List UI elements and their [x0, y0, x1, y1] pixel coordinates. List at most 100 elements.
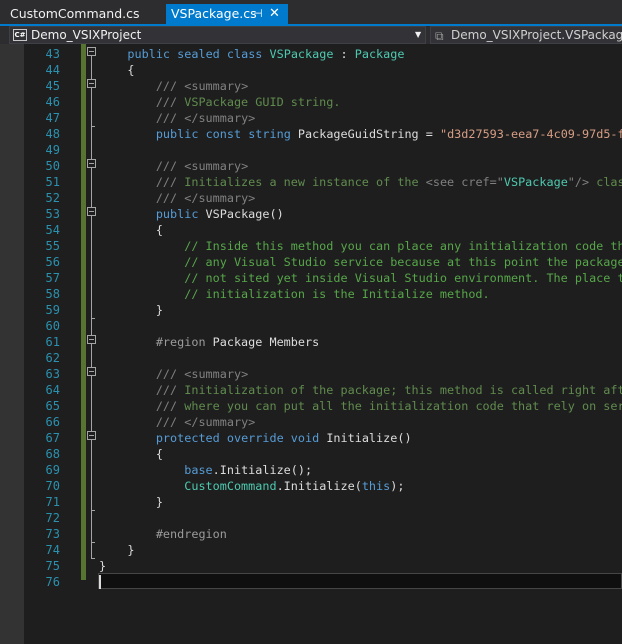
- code-token: }: [99, 495, 163, 509]
- close-icon[interactable]: ✕: [269, 4, 280, 24]
- collapse-icon[interactable]: [87, 159, 96, 168]
- code-line[interactable]: /// Initialization of the package; this …: [99, 382, 622, 398]
- code-token: // not sited yet inside Visual Studio en…: [184, 271, 622, 285]
- code-line[interactable]: /// <summary>: [99, 158, 622, 174]
- code-token: Initializes a new instance of the: [177, 175, 426, 189]
- line-number: 52: [45, 191, 60, 205]
- code-line[interactable]: [99, 510, 622, 526]
- collapse-icon[interactable]: [87, 79, 96, 88]
- code-line[interactable]: /// </summary>: [99, 190, 622, 206]
- code-line[interactable]: /// Initializes a new instance of the <s…: [99, 174, 622, 190]
- code-line[interactable]: public sealed class VSPackage : Package: [99, 46, 622, 62]
- code-line[interactable]: {: [99, 222, 622, 238]
- code-line[interactable]: // Inside this method you can place any …: [99, 238, 622, 254]
- code-line[interactable]: }: [99, 542, 622, 558]
- line-number: 62: [45, 351, 60, 365]
- type-dropdown[interactable]: ⧉ Demo_VSIXProject.VSPackage: [430, 26, 622, 44]
- code-line[interactable]: [99, 350, 622, 366]
- line-number: 45: [45, 79, 60, 93]
- collapse-icon[interactable]: [87, 207, 96, 216]
- code-line[interactable]: {: [99, 446, 622, 462]
- code-line[interactable]: [99, 574, 622, 590]
- code-token: </summary>: [184, 191, 256, 205]
- line-number: 67: [45, 431, 60, 445]
- code-token: "/>: [567, 175, 590, 189]
- collapse-icon[interactable]: [87, 367, 96, 376]
- code-token: </summary>: [184, 111, 256, 125]
- navigation-bar: C# Demo_VSIXProject ▼ ⧉ Demo_VSIXProject…: [0, 26, 622, 44]
- code-token: .Initialize(: [276, 479, 362, 493]
- code-line[interactable]: /// <summary>: [99, 366, 622, 382]
- code-line[interactable]: // any Visual Studio service because at …: [99, 254, 622, 270]
- code-token: ///: [155, 367, 178, 381]
- code-line[interactable]: CustomCommand.Initialize(this);: [99, 478, 622, 494]
- code-token: Initialization of the package; this meth…: [177, 383, 622, 397]
- line-number: 55: [45, 239, 60, 253]
- code-line[interactable]: /// where you can put all the initializa…: [99, 398, 622, 414]
- code-line[interactable]: }: [99, 302, 622, 318]
- project-dropdown[interactable]: C# Demo_VSIXProject ▼: [9, 26, 426, 44]
- code-line[interactable]: }: [99, 558, 622, 574]
- code-line[interactable]: /// </summary>: [99, 110, 622, 126]
- code-line[interactable]: /// </summary>: [99, 414, 622, 430]
- tab-label: VSPackage.cs: [171, 6, 257, 21]
- code-token: public: [155, 207, 199, 221]
- code-line[interactable]: #endregion: [99, 526, 622, 542]
- code-token: }: [99, 303, 163, 317]
- code-token: Initialize(): [319, 431, 412, 445]
- code-line[interactable]: [99, 318, 622, 334]
- tab-customcommand-cs[interactable]: CustomCommand.cs: [0, 4, 166, 24]
- code-token: #endregion: [155, 527, 227, 541]
- code-line[interactable]: #region Package Members: [99, 334, 622, 350]
- line-number: 46: [45, 95, 60, 109]
- line-number: 72: [45, 511, 60, 525]
- line-number: 63: [45, 367, 60, 381]
- code-line[interactable]: [99, 142, 622, 158]
- code-token: <summary>: [184, 367, 249, 381]
- chevron-down-icon[interactable]: ▼: [415, 27, 421, 43]
- csharp-project-icon: C#: [13, 29, 27, 41]
- line-number: 64: [45, 383, 60, 397]
- code-token: override: [226, 431, 284, 445]
- code-line[interactable]: protected override void Initialize(): [99, 430, 622, 446]
- code-editor[interactable]: 43 public sealed class VSPackage : Packa…: [0, 44, 622, 644]
- outline-line: [91, 166, 92, 430]
- collapse-icon[interactable]: [87, 47, 96, 56]
- code-token: Package Members: [205, 335, 320, 349]
- code-token: void: [290, 431, 320, 445]
- code-token: ///: [155, 415, 178, 429]
- code-line[interactable]: public VSPackage(): [99, 206, 622, 222]
- collapse-icon[interactable]: [87, 431, 96, 440]
- line-number: 75: [45, 559, 60, 573]
- code-line[interactable]: // initialization is the Initialize meth…: [99, 286, 622, 302]
- code-line[interactable]: // not sited yet inside Visual Studio en…: [99, 270, 622, 286]
- project-name: Demo_VSIXProject: [31, 28, 142, 42]
- pin-icon[interactable]: ⊣: [253, 4, 263, 24]
- code-line[interactable]: /// <summary>: [99, 78, 622, 94]
- code-token: CustomCommand: [184, 479, 277, 493]
- code-line[interactable]: /// VSPackage GUID string.: [99, 94, 622, 110]
- code-line[interactable]: }: [99, 494, 622, 510]
- line-number: 66: [45, 415, 60, 429]
- code-token: const: [205, 127, 242, 141]
- collapse-icon[interactable]: [87, 335, 96, 344]
- line-number: 71: [45, 495, 60, 509]
- code-line[interactable]: public const string PackageGuidString = …: [99, 126, 622, 142]
- document-tab-strip: CustomCommand.cs VSPackage.cs ⊣ ✕: [0, 0, 622, 24]
- tab-label: CustomCommand.cs: [10, 6, 140, 21]
- code-line[interactable]: base.Initialize();: [99, 462, 622, 478]
- code-token: VSPackage GUID string.: [177, 95, 341, 109]
- tab-vspackage-cs[interactable]: VSPackage.cs ⊣ ✕: [166, 4, 288, 24]
- code-line[interactable]: {: [99, 62, 622, 78]
- code-token: VSPackage: [269, 47, 334, 61]
